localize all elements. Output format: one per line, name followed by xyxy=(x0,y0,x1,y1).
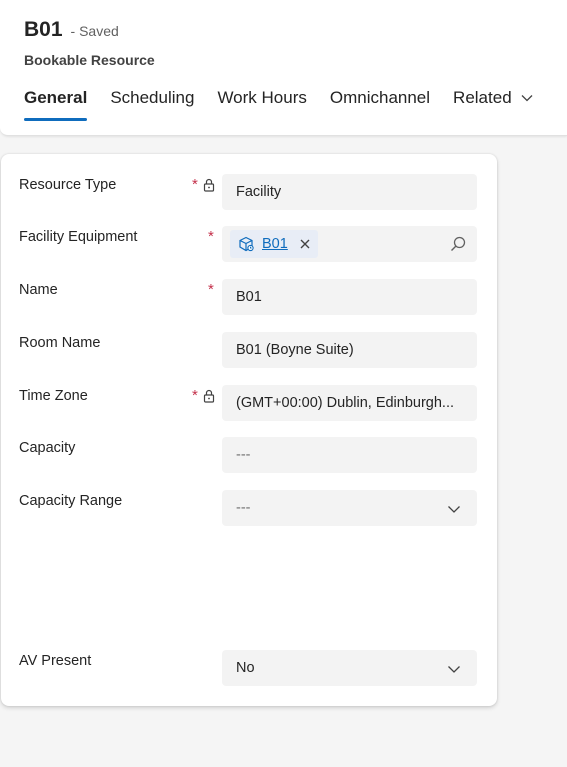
room-name-value: B01 (Boyne Suite) xyxy=(236,342,354,358)
tab-related[interactable]: Related xyxy=(453,88,534,121)
required-indicator: * xyxy=(208,281,214,298)
capacity-range-dropdown[interactable]: --- xyxy=(222,490,477,526)
resource-type-field[interactable]: Facility xyxy=(222,174,477,210)
chevron-down-icon xyxy=(448,666,460,673)
equipment-icon xyxy=(239,236,254,252)
lookup-tag-link[interactable]: B01 xyxy=(262,236,288,252)
av-present-value: No xyxy=(236,660,255,676)
capacity-placeholder: --- xyxy=(236,447,251,463)
name-label: Name xyxy=(19,282,58,298)
av-present-dropdown[interactable]: No xyxy=(222,650,477,686)
required-indicator: * xyxy=(192,176,198,193)
field-facility-equipment: Facility Equipment * B01 xyxy=(1,226,497,262)
facility-equipment-lookup[interactable]: B01 xyxy=(222,226,477,262)
capacity-range-placeholder: --- xyxy=(236,500,251,516)
name-input[interactable]: B01 xyxy=(222,279,477,315)
tab-omnichannel[interactable]: Omnichannel xyxy=(330,88,430,121)
field-capacity: Capacity --- xyxy=(1,437,497,473)
room-name-label: Room Name xyxy=(19,335,101,351)
av-present-label: AV Present xyxy=(19,653,92,669)
record-header: B01 - Saved Bookable Resource General Sc… xyxy=(0,0,567,136)
capacity-input[interactable]: --- xyxy=(222,437,477,473)
tab-work-hours[interactable]: Work Hours xyxy=(217,88,306,121)
field-capacity-range: Capacity Range --- xyxy=(1,490,497,526)
field-av-present: AV Present No xyxy=(1,650,497,686)
record-title: B01 xyxy=(24,18,63,41)
general-form-section: Resource Type * Facility Facility Equipm… xyxy=(1,154,497,706)
title-row: B01 - Saved xyxy=(24,18,119,42)
lock-icon xyxy=(203,389,215,403)
field-room-name: Room Name B01 (Boyne Suite) xyxy=(1,332,497,368)
lookup-tag[interactable]: B01 xyxy=(230,230,318,258)
capacity-label: Capacity xyxy=(19,440,76,456)
resource-type-value: Facility xyxy=(236,184,282,200)
field-time-zone: Time Zone * (GMT+00:00) Dublin, Edinburg… xyxy=(1,385,497,421)
capacity-range-label: Capacity Range xyxy=(19,493,123,509)
room-name-input[interactable]: B01 (Boyne Suite) xyxy=(222,332,477,368)
chevron-down-icon xyxy=(448,506,460,513)
name-value: B01 xyxy=(236,289,262,305)
close-icon[interactable] xyxy=(300,239,310,249)
time-zone-label: Time Zone xyxy=(19,388,88,404)
required-indicator: * xyxy=(192,387,198,404)
tab-list: General Scheduling Work Hours Omnichanne… xyxy=(24,88,557,121)
search-icon[interactable] xyxy=(449,235,467,253)
tab-related-label: Related xyxy=(453,88,512,107)
field-name: Name * B01 xyxy=(1,279,497,315)
facility-equipment-label: Facility Equipment xyxy=(19,229,138,245)
required-indicator: * xyxy=(208,228,214,245)
time-zone-value: (GMT+00:00) Dublin, Edinburgh... xyxy=(236,395,455,411)
time-zone-field[interactable]: (GMT+00:00) Dublin, Edinburgh... xyxy=(222,385,477,421)
tab-scheduling[interactable]: Scheduling xyxy=(110,88,194,121)
chevron-down-icon xyxy=(521,95,533,102)
saved-status: - Saved xyxy=(70,23,119,39)
lock-icon xyxy=(203,178,215,192)
resource-type-label: Resource Type xyxy=(19,177,117,193)
tab-general[interactable]: General xyxy=(24,88,88,121)
field-resource-type: Resource Type * Facility xyxy=(1,174,497,210)
entity-name[interactable]: Bookable Resource xyxy=(24,52,155,68)
